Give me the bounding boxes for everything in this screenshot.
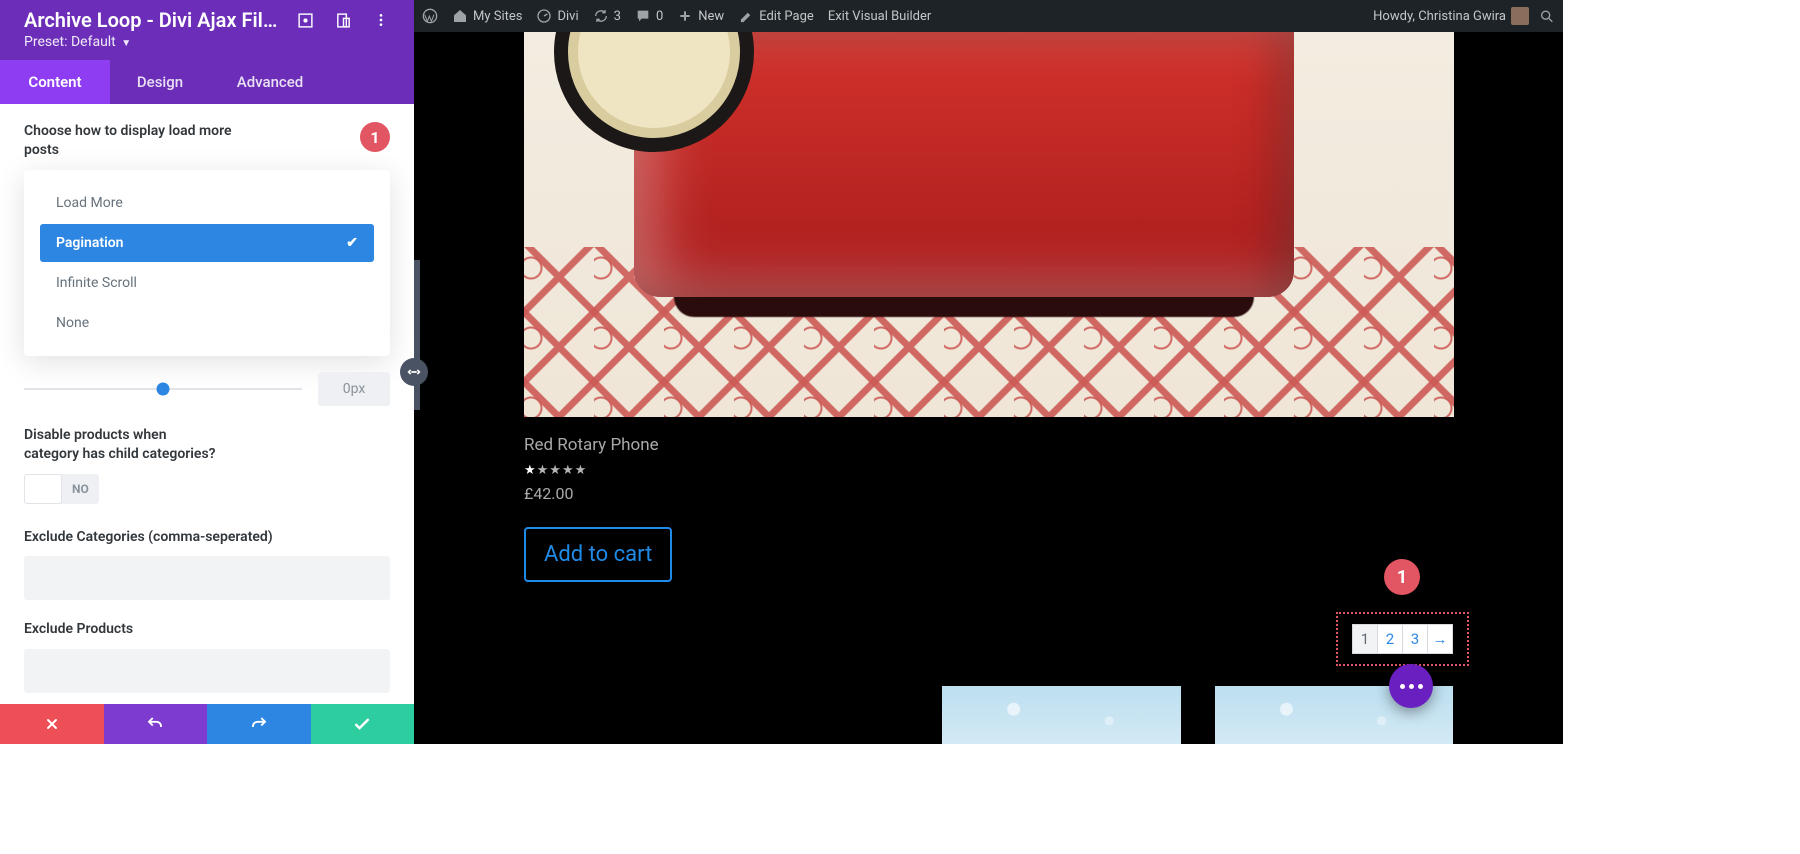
redo-button[interactable] bbox=[207, 704, 311, 744]
product-card: Red Rotary Phone ★★★★★ £42.00 Add to car… bbox=[524, 32, 1454, 582]
exclude-products-input[interactable] bbox=[24, 649, 390, 693]
caret-down-icon: ▼ bbox=[121, 38, 131, 49]
new-menu[interactable]: New bbox=[677, 8, 724, 24]
slider-thumb[interactable] bbox=[157, 382, 170, 395]
toggle-value: NO bbox=[62, 482, 99, 496]
add-to-cart-button[interactable]: Add to cart bbox=[524, 527, 672, 582]
new-label: New bbox=[698, 9, 724, 24]
page-3[interactable]: 3 bbox=[1402, 624, 1428, 654]
option-load-more[interactable]: Load More bbox=[40, 184, 374, 222]
display-mode-options: Load More Pagination ✔ Infinite Scroll N… bbox=[24, 170, 390, 356]
module-options-fab[interactable] bbox=[1389, 664, 1433, 708]
plus-icon bbox=[677, 8, 693, 24]
annotation-badge: 1 bbox=[360, 122, 390, 152]
updates-count: 3 bbox=[614, 9, 621, 24]
site-menu[interactable]: Divi bbox=[536, 8, 578, 24]
settings-panel: Archive Loop - Divi Ajax Filt... Preset:… bbox=[0, 0, 414, 744]
resize-handle[interactable] bbox=[400, 358, 428, 386]
exclude-products-label: Exclude Products bbox=[24, 620, 390, 639]
preset-selector[interactable]: Preset: Default ▼ bbox=[24, 34, 390, 50]
preset-value: Default bbox=[71, 34, 116, 50]
search-icon bbox=[1539, 8, 1555, 24]
comments-count: 0 bbox=[656, 9, 663, 24]
product-image[interactable] bbox=[524, 32, 1454, 417]
exclude-categories-input[interactable] bbox=[24, 556, 390, 600]
tab-advanced[interactable]: Advanced bbox=[210, 60, 330, 104]
exclude-categories-label: Exclude Categories (comma-seperated) bbox=[24, 528, 390, 547]
responsive-icon[interactable] bbox=[334, 11, 352, 29]
pagination: 1 2 3 → bbox=[1352, 624, 1453, 654]
preset-prefix: Preset: bbox=[24, 34, 71, 50]
edit-page-label: Edit Page bbox=[759, 9, 814, 24]
display-mode-label: Choose how to display load more posts bbox=[24, 122, 244, 160]
refresh-icon bbox=[593, 8, 609, 24]
toggle-handle bbox=[24, 474, 62, 504]
wp-logo-menu[interactable] bbox=[422, 8, 438, 24]
preview-area: My Sites Divi 3 0 bbox=[414, 0, 1563, 744]
wordpress-icon bbox=[422, 8, 438, 24]
panel-action-bar bbox=[0, 704, 414, 744]
resize-guide bbox=[414, 260, 420, 410]
cancel-button[interactable] bbox=[0, 704, 104, 744]
avatar bbox=[1511, 7, 1529, 25]
save-button[interactable] bbox=[311, 704, 415, 744]
settings-body: Choose how to display load more posts 1 … bbox=[0, 104, 414, 704]
home-icon bbox=[452, 8, 468, 24]
preview-canvas: Red Rotary Phone ★★★★★ £42.00 Add to car… bbox=[414, 32, 1563, 744]
disable-child-toggle[interactable]: NO bbox=[24, 474, 99, 504]
my-sites-label: My Sites bbox=[473, 9, 522, 24]
wp-admin-bar: My Sites Divi 3 0 bbox=[414, 0, 1563, 32]
undo-button[interactable] bbox=[104, 704, 208, 744]
module-strip bbox=[942, 686, 1453, 744]
pencil-icon bbox=[738, 8, 754, 24]
check-icon: ✔ bbox=[346, 235, 358, 251]
updates-menu[interactable]: 3 bbox=[593, 8, 621, 24]
dashboard-icon bbox=[536, 8, 552, 24]
module-preview-left[interactable] bbox=[942, 686, 1181, 744]
howdy-text: Howdy, Christina Gwira bbox=[1373, 9, 1506, 24]
comments-menu[interactable]: 0 bbox=[635, 8, 663, 24]
product-title[interactable]: Red Rotary Phone bbox=[524, 435, 1454, 455]
gap-value[interactable]: 0px bbox=[318, 372, 390, 406]
option-none[interactable]: None bbox=[40, 304, 374, 342]
option-infinite-scroll[interactable]: Infinite Scroll bbox=[40, 264, 374, 302]
my-sites-menu[interactable]: My Sites bbox=[452, 8, 522, 24]
product-rating: ★★★★★ bbox=[524, 463, 1454, 478]
edit-page-link[interactable]: Edit Page bbox=[738, 8, 814, 24]
option-pagination[interactable]: Pagination ✔ bbox=[40, 224, 374, 262]
admin-search[interactable] bbox=[1539, 8, 1555, 24]
settings-header: Archive Loop - Divi Ajax Filt... Preset:… bbox=[0, 0, 414, 60]
tab-design[interactable]: Design bbox=[110, 60, 210, 104]
annotation-badge-pagination: 1 bbox=[1384, 559, 1420, 595]
page-1[interactable]: 1 bbox=[1352, 624, 1378, 654]
settings-tabs: Content Design Advanced bbox=[0, 60, 414, 104]
account-menu[interactable]: Howdy, Christina Gwira bbox=[1373, 7, 1529, 25]
option-pagination-label: Pagination bbox=[56, 235, 123, 251]
pagination-highlight: 1 2 3 → bbox=[1336, 612, 1469, 666]
page-next[interactable]: → bbox=[1427, 624, 1453, 654]
product-price: £42.00 bbox=[524, 484, 1454, 503]
site-label: Divi bbox=[557, 9, 578, 24]
comment-icon bbox=[635, 8, 651, 24]
exit-builder-link[interactable]: Exit Visual Builder bbox=[828, 9, 931, 24]
expand-icon[interactable] bbox=[296, 11, 314, 29]
tab-content[interactable]: Content bbox=[0, 60, 110, 104]
gap-slider[interactable] bbox=[24, 388, 302, 390]
more-icon[interactable] bbox=[372, 11, 390, 29]
exit-builder-label: Exit Visual Builder bbox=[828, 9, 931, 24]
page-2[interactable]: 2 bbox=[1377, 624, 1403, 654]
disable-child-label: Disable products when category has child… bbox=[24, 426, 224, 464]
settings-title: Archive Loop - Divi Ajax Filt... bbox=[24, 8, 284, 32]
